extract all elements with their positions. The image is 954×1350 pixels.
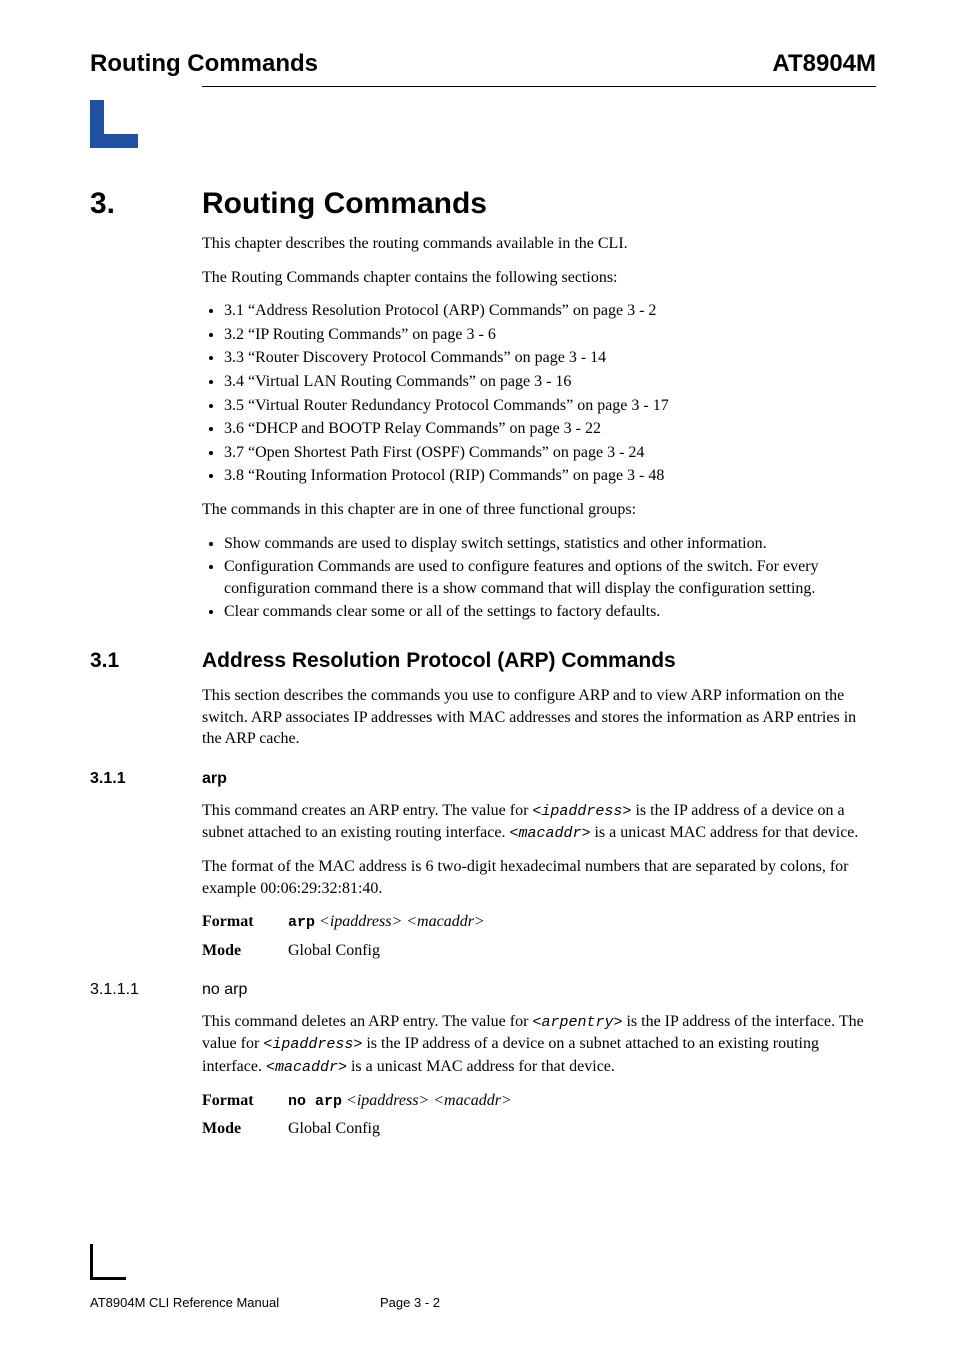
list-item: Configuration Commands are used to confi… [224,556,876,599]
mode-label: Mode [202,940,288,962]
subsubsection-title: no arp [202,981,247,999]
subsection-body: This command creates an ARP entry. The v… [202,800,876,962]
subsubsection-body: This command deletes an ARP entry. The v… [202,1011,876,1140]
page-footer: AT8904M CLI Reference Manual Page 3 - 2 [90,1295,876,1310]
code-param: <ipaddress> [263,1036,362,1053]
format-value: no arp <ipaddress> <macaddr> [288,1090,876,1112]
code-param: <macaddr> [509,825,590,842]
toc-item[interactable]: 3.7 “Open Shortest Path First (OSPF) Com… [224,442,876,464]
format-label: Format [202,1090,288,1112]
section-title: Address Resolution Protocol (ARP) Comman… [202,649,676,673]
groups-intro: The commands in this chapter are in one … [202,499,876,521]
text: This command deletes an ARP entry. The v… [202,1013,532,1030]
toc-item[interactable]: 3.2 “IP Routing Commands” on page 3 - 6 [224,324,876,346]
groups-list: Show commands are used to display switch… [202,533,876,623]
page-corner-icon [90,1244,126,1280]
toc-item[interactable]: 3.5 “Virtual Router Redundancy Protocol … [224,395,876,417]
subsubsection-heading: 3.1.1.1 no arp [90,981,876,999]
list-item: Show commands are used to display switch… [224,533,876,555]
subsection-heading: 3.1.1 arp [90,770,876,788]
format-row: Format no arp <ipaddress> <macaddr> [202,1090,876,1112]
paragraph: This section describes the commands you … [202,685,876,750]
code-param: <arpentry> [532,1014,622,1031]
text: is a unicast MAC address for that device… [347,1058,615,1075]
page-header: Routing Commands AT8904M [90,50,876,78]
mode-value: Global Config [288,1118,876,1140]
footer-manual-name: AT8904M CLI Reference Manual [90,1295,380,1310]
section-heading: 3.1 Address Resolution Protocol (ARP) Co… [90,649,876,673]
subsection-title: arp [202,770,227,788]
mode-label: Mode [202,1118,288,1140]
subsubsection-number: 3.1.1.1 [90,981,202,999]
command-keyword: no arp [288,1093,342,1110]
text: is a unicast MAC address for that device… [590,824,858,841]
subsection-number: 3.1.1 [90,770,202,788]
command-args: <ipaddress> <macaddr> [346,1092,512,1109]
mode-row: Mode Global Config [202,1118,876,1140]
chapter-title: Routing Commands [202,187,487,221]
paragraph: The format of the MAC address is 6 two-d… [202,856,876,899]
header-right: AT8904M [772,50,876,78]
section-body: This section describes the commands you … [202,685,876,750]
chapter-intro: This chapter describes the routing comma… [202,233,876,623]
code-param: <macaddr> [266,1059,347,1076]
toc-item[interactable]: 3.8 “Routing Information Protocol (RIP) … [224,465,876,487]
toc-item[interactable]: 3.6 “DHCP and BOOTP Relay Commands” on p… [224,418,876,440]
toc-item[interactable]: 3.1 “Address Resolution Protocol (ARP) C… [224,300,876,322]
intro-paragraph: The Routing Commands chapter contains th… [202,267,876,289]
format-label: Format [202,911,288,933]
list-item: Clear commands clear some or all of the … [224,601,876,623]
brand-corner-icon [90,100,138,148]
header-left: Routing Commands [90,50,318,78]
footer-page-number: Page 3 - 2 [380,1295,876,1310]
toc-list: 3.1 “Address Resolution Protocol (ARP) C… [202,300,876,487]
header-rule [202,86,876,87]
format-value: arp <ipaddress> <macaddr> [288,911,876,933]
command-args: <ipaddress> <macaddr> [319,913,485,930]
mode-value: Global Config [288,940,876,962]
format-row: Format arp <ipaddress> <macaddr> [202,911,876,933]
paragraph: This command deletes an ARP entry. The v… [202,1011,876,1078]
chapter-heading: 3. Routing Commands [90,187,876,221]
intro-paragraph: This chapter describes the routing comma… [202,233,876,255]
command-keyword: arp [288,914,315,931]
toc-item[interactable]: 3.4 “Virtual LAN Routing Commands” on pa… [224,371,876,393]
text: This command creates an ARP entry. The v… [202,802,532,819]
toc-item[interactable]: 3.3 “Router Discovery Protocol Commands”… [224,347,876,369]
code-param: <ipaddress> [532,803,631,820]
chapter-number: 3. [90,187,202,221]
section-number: 3.1 [90,649,202,673]
paragraph: This command creates an ARP entry. The v… [202,800,876,845]
mode-row: Mode Global Config [202,940,876,962]
page: Routing Commands AT8904M 3. Routing Comm… [0,0,954,1350]
